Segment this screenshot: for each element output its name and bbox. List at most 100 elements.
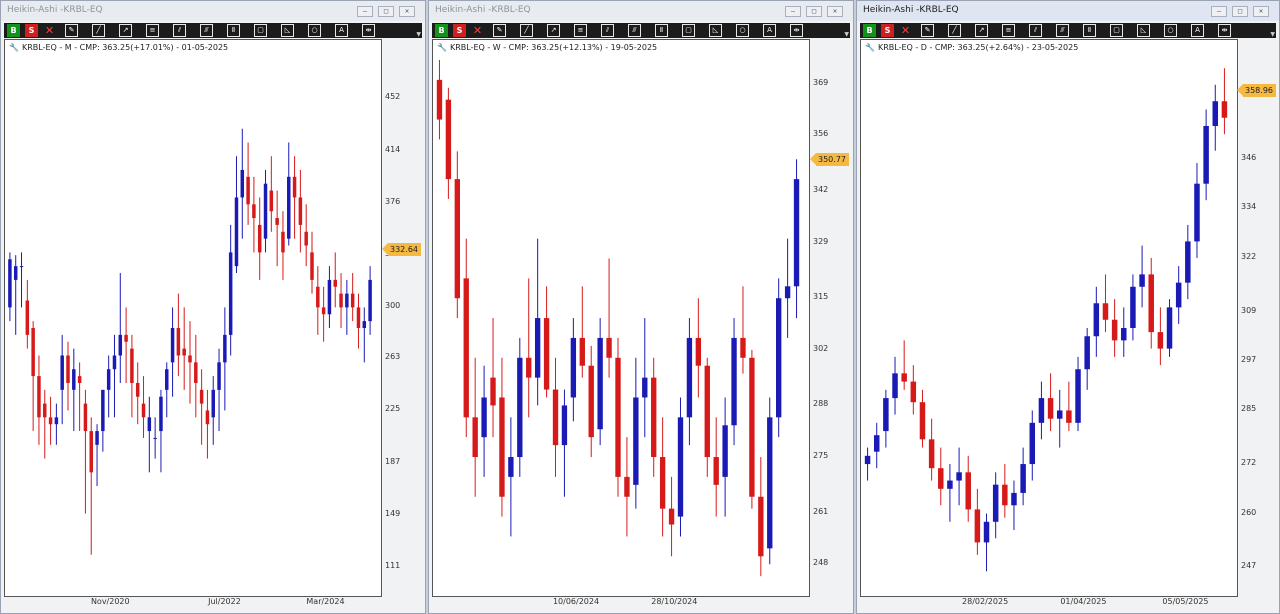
- window-titlebar[interactable]: Heikin-Ashi -KRBL-EQ — □ ✕: [1, 1, 425, 21]
- candle-body: [1203, 125, 1209, 184]
- candle-body: [1075, 369, 1081, 423]
- edit-icon[interactable]: ✎: [65, 24, 78, 37]
- hand-icon[interactable]: ⇹: [362, 24, 375, 37]
- hline-icon[interactable]: ≡: [146, 24, 159, 37]
- price-tick-label: 263: [385, 352, 401, 362]
- line-icon[interactable]: ╱: [520, 24, 533, 37]
- ray-icon[interactable]: ↗: [547, 24, 560, 37]
- close-icon[interactable]: ✕: [43, 24, 56, 37]
- price-tick-label: 247: [1241, 561, 1257, 571]
- window-titlebar[interactable]: Heikin-Ashi -KRBL-EQ — □ ✕: [857, 1, 1279, 21]
- text-icon[interactable]: A: [763, 24, 776, 37]
- candle-body: [66, 355, 70, 383]
- candle-body: [517, 357, 523, 458]
- date-tick-label: 28/02/2025: [962, 597, 1009, 606]
- toolbar-overflow-icon[interactable]: ▼: [416, 31, 421, 38]
- sell-button[interactable]: S: [453, 24, 466, 37]
- toolbar-overflow-icon[interactable]: ▼: [844, 31, 849, 38]
- close-icon[interactable]: ✕: [471, 24, 484, 37]
- buy-button[interactable]: B: [435, 24, 448, 37]
- date-axis[interactable]: 10/06/2024 28/10/2024: [432, 597, 810, 611]
- date-axis[interactable]: 28/02/2025 01/04/2025 05/05/2025: [860, 597, 1238, 611]
- candle-body: [188, 355, 192, 363]
- edit-icon[interactable]: ✎: [921, 24, 934, 37]
- maximize-button[interactable]: □: [806, 6, 822, 17]
- text-icon[interactable]: A: [1191, 24, 1204, 37]
- date-axis[interactable]: Nov/2020 Jul/2022 Mar/2024: [4, 597, 382, 611]
- hand-icon[interactable]: ⇹: [1218, 24, 1231, 37]
- maximize-button[interactable]: □: [1232, 6, 1248, 17]
- text-icon[interactable]: A: [335, 24, 348, 37]
- hline-icon[interactable]: ≡: [1002, 24, 1015, 37]
- rect-icon[interactable]: ▢: [1110, 24, 1123, 37]
- close-icon[interactable]: ✕: [899, 24, 912, 37]
- chart-window-weekly[interactable]: Heikin-Ashi -KRBL-EQ — □ ✕ B S ✕ ✎ ╱ ↗ ≡ ⫽ ⫻ Ⅱ ▢ ◺ ○…: [428, 0, 854, 614]
- trend-channel-icon[interactable]: ⫻: [628, 24, 641, 37]
- window-titlebar[interactable]: Heikin-Ashi -KRBL-EQ — □ ✕: [429, 1, 853, 21]
- fib-icon[interactable]: Ⅱ: [227, 24, 240, 37]
- candle-body: [1194, 183, 1200, 242]
- triangle-icon[interactable]: ◺: [281, 24, 294, 37]
- triangle-icon[interactable]: ◺: [1137, 24, 1150, 37]
- candle-body: [281, 231, 285, 253]
- price-tick-label: 225: [385, 404, 401, 414]
- date-tick-label: 10/06/2024: [552, 597, 600, 606]
- candle-body: [749, 357, 755, 497]
- price-tick-label: 187: [385, 456, 401, 466]
- price-axis[interactable]: 452414376338300263225187149111: [382, 39, 427, 597]
- close-button[interactable]: ✕: [399, 6, 415, 17]
- circle-icon[interactable]: ○: [308, 24, 321, 37]
- close-button[interactable]: ✕: [827, 6, 843, 17]
- channel-icon[interactable]: ⫽: [173, 24, 186, 37]
- date-tick-label: Nov/2020: [90, 597, 130, 606]
- triangle-icon[interactable]: ◺: [709, 24, 722, 37]
- price-axis[interactable]: 369 356 342 329 315 302 288 275 261 248: [810, 39, 855, 597]
- candle-body: [526, 357, 532, 378]
- candle-body: [350, 293, 355, 308]
- ray-icon[interactable]: ↗: [119, 24, 132, 37]
- candle-body: [205, 410, 210, 425]
- minimize-button[interactable]: —: [357, 6, 373, 17]
- candle-body: [141, 403, 146, 418]
- channel-icon[interactable]: ⫽: [601, 24, 614, 37]
- chart-window-monthly[interactable]: Heikin-Ashi -KRBL-EQ — □ ✕ B S ✕ ✎ ╱ ↗ ≡ ⫽ ⫻ Ⅱ ▢ ◺ ○…: [0, 0, 426, 614]
- hline-icon[interactable]: ≡: [574, 24, 587, 37]
- rect-icon[interactable]: ▢: [254, 24, 267, 37]
- chart-canvas[interactable]: 🔧 KRBL-EQ - D - CMP: 363.25(+2.64%) - 23-…: [860, 39, 1238, 597]
- price-tick-label: 315: [813, 292, 829, 302]
- edit-icon[interactable]: ✎: [493, 24, 506, 37]
- minimize-button[interactable]: —: [1211, 6, 1227, 17]
- ray-icon[interactable]: ↗: [975, 24, 988, 37]
- candle-body: [1175, 282, 1182, 308]
- fib-icon[interactable]: Ⅱ: [1083, 24, 1096, 37]
- maximize-button[interactable]: □: [378, 6, 394, 17]
- sell-button[interactable]: S: [25, 24, 38, 37]
- toolbar-overflow-icon[interactable]: ▼: [1270, 31, 1275, 38]
- close-button[interactable]: ✕: [1253, 6, 1269, 17]
- chart-canvas[interactable]: 🔧 KRBL-EQ - M - CMP: 363.25(+17.01%) - 01…: [4, 39, 382, 597]
- rect-icon[interactable]: ▢: [682, 24, 695, 37]
- chart-canvas[interactable]: 🔧 KRBL-EQ - W - CMP: 363.25(+12.13%) - 19…: [432, 39, 810, 597]
- buy-button[interactable]: B: [7, 24, 20, 37]
- line-icon[interactable]: ╱: [948, 24, 961, 37]
- candle-body: [928, 439, 935, 469]
- candle-body: [1130, 286, 1136, 328]
- trend-channel-icon[interactable]: ⫻: [200, 24, 213, 37]
- candle-body: [633, 397, 639, 485]
- candlestick-chart: [8, 128, 372, 555]
- price-axis[interactable]: 346 334 322 309 297 285 272 260 247: [1238, 39, 1280, 597]
- candle-body: [252, 204, 256, 219]
- sell-button[interactable]: S: [881, 24, 894, 37]
- candle-body: [37, 376, 41, 418]
- line-icon[interactable]: ╱: [92, 24, 105, 37]
- buy-button[interactable]: B: [863, 24, 876, 37]
- trend-channel-icon[interactable]: ⫻: [1056, 24, 1069, 37]
- hand-icon[interactable]: ⇹: [790, 24, 803, 37]
- chart-window-daily[interactable]: Heikin-Ashi -KRBL-EQ — □ ✕ B S ✕ ✎ ╱ ↗ ≡ ⫽ ⫻ Ⅱ ▢ ◺ ○…: [856, 0, 1280, 614]
- circle-icon[interactable]: ○: [1164, 24, 1177, 37]
- minimize-button[interactable]: —: [785, 6, 801, 17]
- fib-icon[interactable]: Ⅱ: [655, 24, 668, 37]
- candle-body: [1038, 398, 1045, 423]
- channel-icon[interactable]: ⫽: [1029, 24, 1042, 37]
- circle-icon[interactable]: ○: [736, 24, 749, 37]
